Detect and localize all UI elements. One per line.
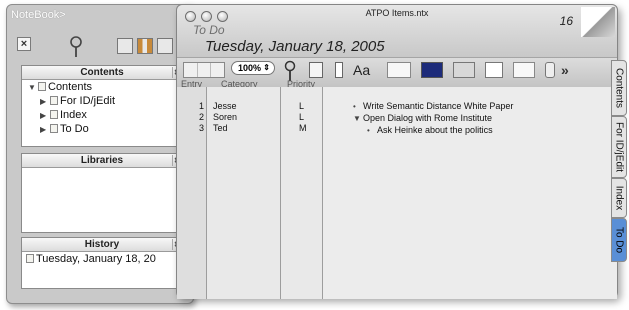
history-item-label: Tuesday, January 18, 20 <box>36 253 156 265</box>
zoom-value: 100% <box>238 63 262 73</box>
tree-item-label: To Do <box>60 123 89 135</box>
tree-item-for-id-jedit[interactable]: ▶ For ID/jEdit <box>22 94 182 108</box>
note-text: Write Semantic Distance White Paper <box>363 101 514 111</box>
page-turn-corner[interactable] <box>581 7 615 37</box>
disclosure-open-icon[interactable]: ▼ <box>353 113 363 125</box>
tab-label: To Do <box>613 226 625 254</box>
tab-to-do[interactable]: To Do <box>611 218 627 262</box>
notebook-window: ATPO Items.ntx 16 To Do Tuesday, January… <box>176 4 618 299</box>
notebook-screen: { "drawer": { "title": "NoteBook>", "clo… <box>0 0 629 310</box>
page-icon <box>50 96 58 105</box>
clipboard-icon[interactable] <box>335 62 343 78</box>
entry-cell: 1 <box>199 101 205 111</box>
outline-content: 1 Jesse L 2 Soren L 3 Ted M • Write Seman… <box>177 87 617 299</box>
tab-label: Index <box>613 185 625 211</box>
page-number: 16 <box>559 14 573 28</box>
notebook-drawer: NoteBook> × Contents ⇕ ▼ Contents ▶ For ID… <box>6 4 194 304</box>
columns-view-icon[interactable] <box>183 62 225 78</box>
notepad-icon[interactable] <box>485 62 503 78</box>
stepper-arrows-icon[interactable]: ⇕ <box>263 62 270 74</box>
page-icon <box>50 110 58 119</box>
priority-cell[interactable]: L <box>299 101 304 112</box>
libraries-panel: Libraries ⇕ <box>21 153 183 233</box>
note-text: Open Dialog with Rome Institute <box>363 113 493 123</box>
category-cell[interactable]: Soren <box>213 112 237 123</box>
history-item[interactable]: Tuesday, January 18, 20 <box>22 252 182 266</box>
ruler-icon[interactable] <box>387 62 411 78</box>
mail-icon[interactable] <box>513 62 535 78</box>
section-title: To Do <box>193 23 225 37</box>
tree-item-contents[interactable]: ▼ Contents <box>22 80 182 94</box>
tree-item-label: Index <box>60 109 87 121</box>
tab-label: For ID/jEdit <box>613 121 625 173</box>
outline-toolbar: 100% ⇕ Aa » Entry Category Priority <box>177 57 617 89</box>
tab-index[interactable]: Index <box>611 178 627 218</box>
tree-item-index[interactable]: ▶ Index <box>22 108 182 122</box>
toolbar-overflow-icon[interactable]: » <box>561 62 575 78</box>
category-cell[interactable]: Jesse <box>213 101 237 112</box>
window-title: ATPO Items.ntx <box>365 8 429 18</box>
drawer-title: NoteBook> <box>11 9 66 21</box>
category-cell[interactable]: Ted <box>213 123 228 134</box>
clock-icon[interactable] <box>421 62 443 78</box>
contents-panel-title: Contents <box>80 67 124 78</box>
page-icon <box>50 124 58 133</box>
disclosure-closed-icon[interactable]: ▶ <box>40 95 50 109</box>
tape-icon[interactable] <box>453 62 475 78</box>
history-panel-header: History ⇕ <box>22 238 182 252</box>
bullet-icon: • <box>367 126 370 135</box>
section-tabs: Contents For ID/jEdit Index To Do <box>611 60 627 266</box>
priority-cell[interactable]: L <box>299 112 304 123</box>
library-icon[interactable] <box>137 38 153 54</box>
tree-item-label: For ID/jEdit <box>60 95 116 107</box>
disclosure-open-icon[interactable]: ▼ <box>28 81 38 95</box>
page-icon <box>38 82 46 91</box>
title-bar[interactable]: ATPO Items.ntx 16 To Do Tuesday, January… <box>177 5 617 57</box>
note-text: Ask Heinke about the politics <box>377 125 493 135</box>
disclosure-closed-icon[interactable]: ▶ <box>40 109 50 123</box>
contents-panel: Contents ⇕ ▼ Contents ▶ For ID/jEdit ▶ Inde… <box>21 65 183 147</box>
zoom-select[interactable]: 100% ⇕ <box>231 61 275 75</box>
tab-label: Contents <box>613 67 625 109</box>
drawer-toolbar: × <box>15 35 187 61</box>
note-item[interactable]: • Write Semantic Distance White Paper <box>353 100 513 112</box>
entry-cell: 3 <box>199 123 205 133</box>
page-view-icon[interactable] <box>117 38 133 54</box>
history-panel-title: History <box>84 239 120 250</box>
close-drawer-button[interactable]: × <box>17 37 31 51</box>
libraries-panel-title: Libraries <box>80 155 124 166</box>
disclosure-closed-icon[interactable]: ▶ <box>40 123 50 137</box>
search-icon[interactable] <box>67 35 85 59</box>
tree-item-label: Contents <box>48 81 93 93</box>
note-item[interactable]: ▼ Open Dialog with Rome Institute <box>353 112 492 124</box>
font-icon[interactable]: Aa <box>353 62 375 78</box>
libraries-panel-header: Libraries ⇕ <box>22 154 182 168</box>
contents-panel-header: Contents ⇕ <box>22 66 182 80</box>
priority-cell[interactable]: M <box>299 123 307 134</box>
print-icon[interactable] <box>309 62 323 78</box>
page-icon <box>26 254 34 263</box>
tab-contents[interactable]: Contents <box>611 60 627 116</box>
attachment-icon[interactable] <box>545 62 555 78</box>
page-date: Tuesday, January 18, 2005 <box>205 38 385 55</box>
notebook-icon[interactable] <box>157 38 173 54</box>
entry-cell: 2 <box>199 112 205 122</box>
note-item[interactable]: • Ask Heinke about the politics <box>367 124 493 136</box>
tree-item-to-do[interactable]: ▶ To Do <box>22 122 182 136</box>
tab-for-id-jedit[interactable]: For ID/jEdit <box>611 116 627 178</box>
history-panel: History ⇕ Tuesday, January 18, 20 <box>21 237 183 289</box>
